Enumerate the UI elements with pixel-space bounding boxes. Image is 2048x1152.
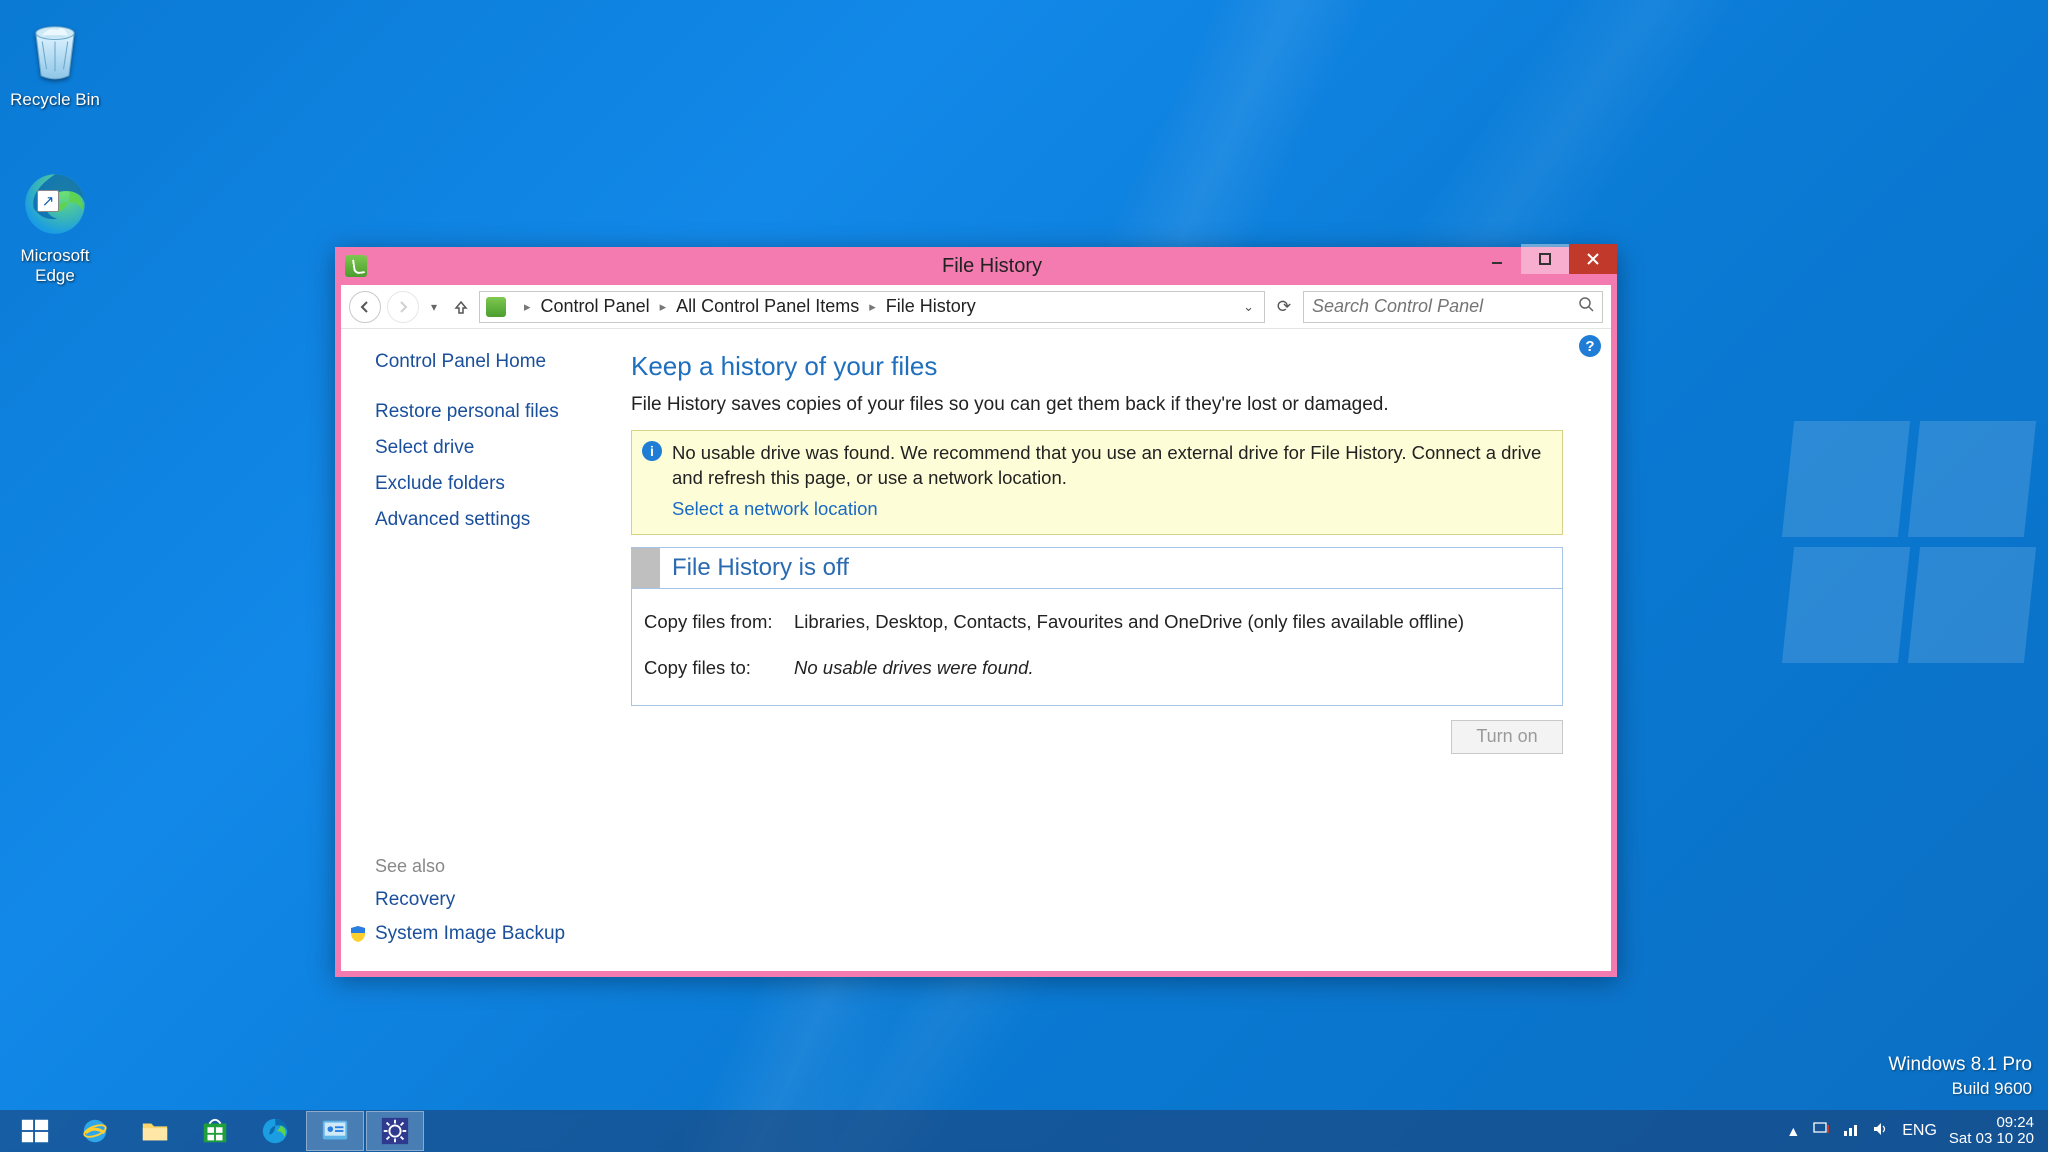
gear-icon (380, 1116, 410, 1146)
copy-from-value: Libraries, Desktop, Contacts, Favourites… (794, 611, 1464, 633)
taskbar-store[interactable] (186, 1111, 244, 1151)
help-icon[interactable]: ? (1579, 335, 1601, 357)
address-bar[interactable]: ▸ Control Panel ▸ All Control Panel Item… (479, 291, 1265, 323)
up-button[interactable] (449, 291, 473, 323)
back-button[interactable] (349, 291, 381, 323)
info-banner: i No usable drive was found. We recommen… (631, 430, 1563, 535)
window-icon (345, 255, 367, 277)
sidebar-link-exclude[interactable]: Exclude folders (375, 473, 613, 495)
turn-on-button: Turn on (1451, 720, 1563, 754)
desktop-icon-edge[interactable]: ↗ Microsoft Edge (0, 168, 110, 286)
language-indicator[interactable]: ENG (1902, 1122, 1937, 1140)
desktop-icon-recycle-bin[interactable]: Recycle Bin (0, 12, 110, 110)
desktop-icon-label: Recycle Bin (0, 90, 110, 110)
control-panel-home-link[interactable]: Control Panel Home (375, 351, 613, 373)
taskbar-settings[interactable] (366, 1111, 424, 1151)
taskbar-control-panel[interactable] (306, 1111, 364, 1151)
breadcrumb-separator-icon: ▸ (524, 299, 531, 315)
clock-date: Sat 03 10 20 (1949, 1131, 2034, 1148)
navigation-bar: ▾ ▸ Control Panel ▸ All Control Panel It… (341, 285, 1611, 329)
watermark-line: Build 9600 (1888, 1078, 2032, 1100)
tray-overflow-icon[interactable]: ▲ (1786, 1123, 1800, 1139)
action-center-icon[interactable] (1812, 1120, 1830, 1143)
file-explorer-icon (140, 1116, 170, 1146)
clock[interactable]: 09:24 Sat 03 10 20 (1949, 1115, 2034, 1148)
refresh-button[interactable]: ⟳ (1271, 297, 1297, 317)
page-subheading: File History saves copies of your files … (631, 394, 1563, 416)
volume-icon[interactable] (1872, 1120, 1890, 1143)
internet-explorer-icon (80, 1116, 110, 1146)
sidebar-link-advanced[interactable]: Advanced settings (375, 509, 613, 531)
wallpaper-windows-logo (1788, 421, 2048, 731)
search-icon (1578, 296, 1594, 317)
shortcut-overlay-icon: ↗ (37, 190, 59, 212)
uac-shield-icon (349, 925, 367, 943)
search-box[interactable] (1303, 291, 1603, 323)
control-panel-icon (320, 1116, 350, 1146)
status-panel: File History is off Copy files from: Lib… (631, 547, 1563, 706)
address-dropdown-icon[interactable]: ⌄ (1239, 299, 1258, 315)
breadcrumb-item[interactable]: File History (886, 296, 976, 317)
copy-from-label: Copy files from: (644, 611, 794, 633)
search-input[interactable] (1312, 296, 1578, 317)
sidebar-link-select-drive[interactable]: Select drive (375, 437, 613, 459)
sidebar: Control Panel Home Restore personal file… (341, 329, 631, 971)
close-button[interactable] (1569, 244, 1617, 274)
titlebar[interactable]: File History (335, 247, 1617, 285)
sidebar-link-label: Recovery (375, 889, 455, 911)
desktop-watermark: Windows 8.1 Pro Build 9600 (1888, 1053, 2032, 1100)
store-icon (200, 1116, 230, 1146)
recycle-bin-icon (21, 14, 89, 82)
windows-logo-icon (20, 1116, 50, 1146)
info-text: No usable drive was found. We recommend … (672, 442, 1541, 488)
breadcrumb-separator-icon: ▸ (869, 299, 876, 315)
start-button[interactable] (6, 1111, 64, 1151)
main-content: Keep a history of your files File Histor… (631, 329, 1611, 971)
taskbar-edge[interactable] (246, 1111, 304, 1151)
see-also-heading: See also (375, 856, 613, 877)
copy-to-label: Copy files to: (644, 657, 794, 679)
network-icon[interactable] (1842, 1120, 1860, 1143)
control-panel-icon (486, 297, 506, 317)
info-icon: i (642, 441, 662, 461)
status-indicator-icon (632, 548, 660, 588)
breadcrumb-item[interactable]: Control Panel (541, 296, 650, 317)
recent-locations-dropdown[interactable]: ▾ (425, 300, 443, 314)
copy-to-value: No usable drives were found. (794, 657, 1034, 679)
taskbar[interactable]: ▲ ENG 09:24 Sat 03 10 20 (0, 1110, 2048, 1152)
watermark-line: Windows 8.1 Pro (1888, 1053, 2032, 1078)
breadcrumb-separator-icon: ▸ (660, 299, 667, 315)
system-tray: ▲ ENG 09:24 Sat 03 10 20 (1786, 1115, 2042, 1148)
taskbar-ie[interactable] (66, 1111, 124, 1151)
maximize-button[interactable] (1521, 244, 1569, 274)
page-heading: Keep a history of your files (631, 351, 1563, 382)
edge-icon (260, 1116, 290, 1146)
select-network-location-link[interactable]: Select a network location (672, 497, 1548, 522)
forward-button[interactable] (387, 291, 419, 323)
sidebar-link-recovery[interactable]: Recovery (375, 889, 613, 911)
sidebar-link-restore[interactable]: Restore personal files (375, 401, 613, 423)
sidebar-link-system-image-backup[interactable]: System Image Backup (349, 923, 613, 945)
window-title: File History (367, 255, 1617, 278)
taskbar-explorer[interactable] (126, 1111, 184, 1151)
desktop-icon-label: Microsoft Edge (0, 246, 110, 286)
sidebar-link-label: System Image Backup (375, 923, 565, 945)
breadcrumb-item[interactable]: All Control Panel Items (676, 296, 859, 317)
file-history-window: File History ▾ (335, 247, 1617, 977)
status-title: File History is off (660, 548, 861, 588)
clock-time: 09:24 (1949, 1115, 2034, 1132)
minimize-button[interactable] (1473, 244, 1521, 274)
